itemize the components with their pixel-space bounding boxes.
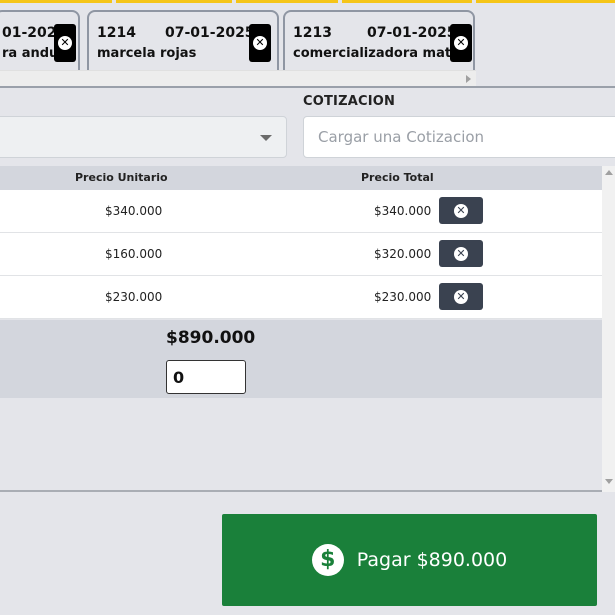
pay-button-label: Pagar $890.000: [356, 549, 508, 571]
table-row: $340.000 $340.000 ✕: [0, 190, 602, 233]
table-footer: $890.000: [0, 320, 602, 398]
x-circle-icon: ✕: [454, 289, 468, 304]
cotizacion-input[interactable]: [303, 116, 615, 158]
tab-date: 07-01-2025: [367, 25, 457, 41]
discount-input[interactable]: [166, 360, 246, 394]
sale-items-table: Precio Unitario Precio Total $340.000 $3…: [0, 166, 602, 492]
x-circle-icon: ✕: [454, 203, 468, 218]
total-price-cell: $230.000: [374, 290, 432, 304]
unit-price-cell: $340.000: [105, 204, 163, 218]
remove-item-button[interactable]: ✕: [439, 283, 483, 310]
table-row: $160.000 $320.000 ✕: [0, 233, 602, 276]
cotizacion-label: COTIZACION: [303, 94, 396, 109]
chevron-down-icon: [260, 135, 272, 141]
x-circle-icon: ✕: [253, 36, 267, 50]
remove-item-button[interactable]: ✕: [439, 197, 483, 224]
tab-date: 07-01-2025: [165, 25, 255, 41]
unit-price-cell: $230.000: [105, 290, 163, 304]
tab-client-name: comercializadora matus: [293, 46, 469, 61]
tabs-horizontal-scrollbar[interactable]: [0, 70, 476, 86]
open-sales-tabs: 01-2025 ra andul ✕ 1214 07-01-2025 marce…: [0, 0, 615, 88]
sale-tab[interactable]: 1214 07-01-2025 marcela rojas ✕: [87, 10, 279, 72]
tab-number: 1213: [293, 25, 332, 41]
header-total-price: Precio Total: [361, 171, 434, 184]
total-price-cell: $320.000: [374, 247, 432, 261]
scroll-down-icon[interactable]: [605, 479, 613, 484]
close-tab-button[interactable]: ✕: [249, 24, 271, 62]
tab-number: 1214: [97, 25, 136, 41]
remove-item-button[interactable]: ✕: [439, 240, 483, 267]
pay-button[interactable]: $ Pagar $890.000: [222, 514, 597, 606]
x-circle-icon: ✕: [454, 246, 468, 261]
scroll-up-icon[interactable]: [605, 170, 613, 175]
tab-client-name: marcela rojas: [97, 46, 197, 61]
header-unit-price: Precio Unitario: [75, 171, 168, 184]
table-header: Precio Unitario Precio Total: [0, 166, 602, 190]
total-price-cell: $340.000: [374, 204, 432, 218]
x-circle-icon: ✕: [454, 36, 468, 50]
close-tab-button[interactable]: ✕: [450, 24, 472, 62]
unit-price-cell: $160.000: [105, 247, 163, 261]
scroll-right-icon[interactable]: [466, 75, 471, 83]
tabs-accent-bar: [0, 0, 615, 3]
x-circle-icon: ✕: [58, 36, 72, 50]
table-vertical-scrollbar[interactable]: [602, 166, 615, 492]
table-row: $230.000 $230.000 ✕: [0, 276, 602, 319]
client-select[interactable]: [0, 116, 287, 158]
sale-tab[interactable]: 1213 07-01-2025 comercializadora matus ✕: [283, 10, 475, 72]
sale-tab[interactable]: 01-2025 ra andul ✕: [0, 10, 80, 72]
dollar-circle-icon: $: [311, 544, 344, 576]
sale-total: $890.000: [166, 328, 256, 348]
close-tab-button[interactable]: ✕: [54, 24, 76, 62]
